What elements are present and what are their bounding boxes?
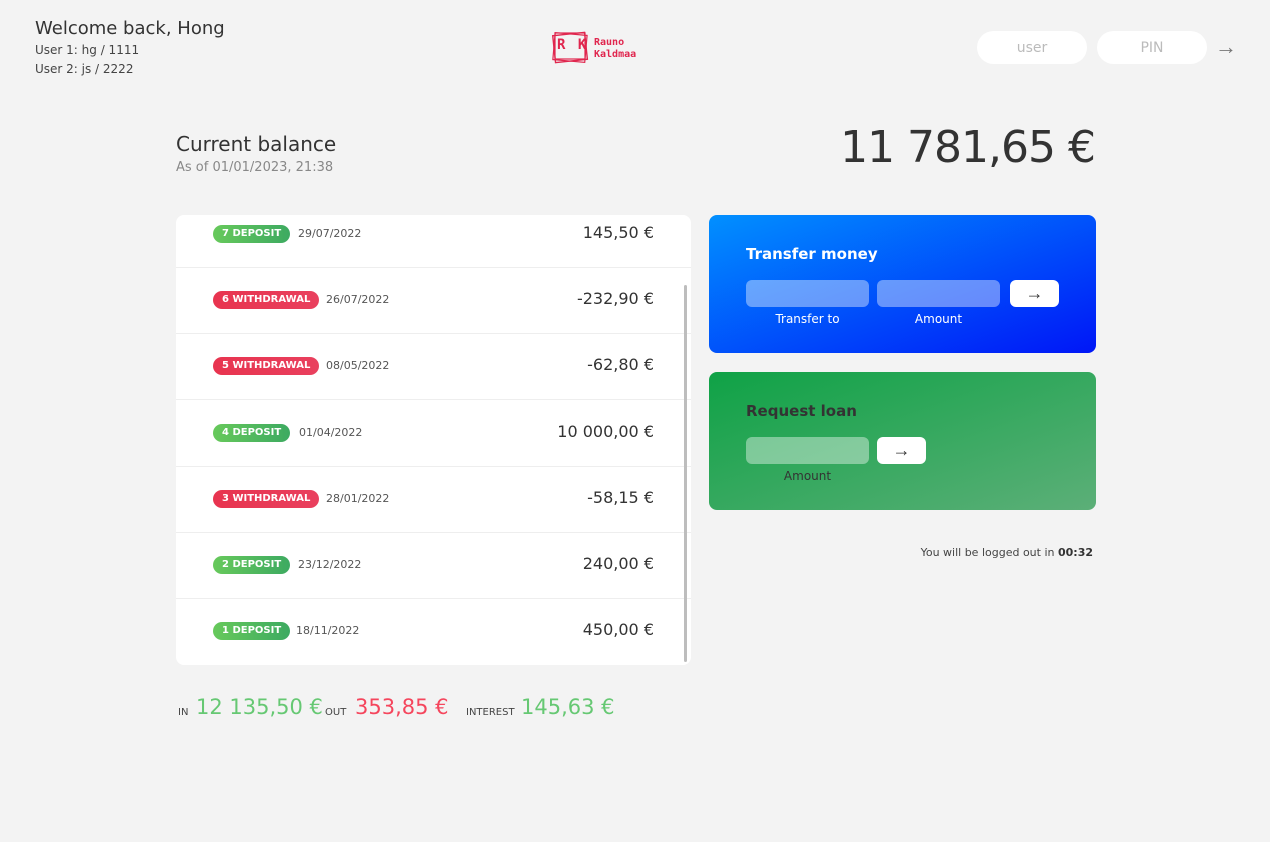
transfer-to-label: Transfer to (775, 312, 840, 326)
movement-row: 3 withdrawal 28/01/2022 -58,15 € (176, 467, 691, 533)
logo: R K Rauno Kaldmaa (549, 24, 649, 72)
welcome-message: Welcome back, Hong (35, 18, 225, 39)
login-user-input[interactable] (977, 31, 1087, 64)
movement-value: 10 000,00 € (557, 422, 654, 441)
logo-letters: R K (557, 37, 589, 53)
movement-date: 23/12/2022 (298, 558, 362, 571)
summary-out-value: 353,85 € (355, 695, 449, 719)
transfer-amount-input[interactable] (877, 280, 1000, 307)
summary-out-label: Out (325, 707, 347, 718)
movement-date: 01/04/2022 (299, 426, 363, 439)
movement-row: 4 deposit 01/04/2022 10 000,00 € (176, 401, 691, 467)
movement-date: 18/11/2022 (296, 624, 360, 637)
movement-date: 29/07/2022 (298, 227, 362, 240)
movement-value: 240,00 € (582, 554, 654, 573)
movement-type-badge: 7 deposit (213, 225, 291, 243)
movement-type-badge: 6 withdrawal (213, 291, 320, 309)
movement-type-badge: 2 deposit (213, 556, 291, 574)
balance-date: As of 01/01/2023, 21:38 (176, 160, 334, 175)
user1-hint: User 1: hg / 1111 (35, 43, 140, 57)
login-pin-input[interactable] (1097, 31, 1207, 64)
movement-value: -232,90 € (576, 289, 654, 308)
logo-name: Rauno Kaldmaa (594, 37, 637, 60)
logout-timer-value: 00:32 (1057, 546, 1093, 559)
loan-amount-label: Amount (783, 469, 832, 483)
user2-hint: User 2: js / 2222 (35, 62, 134, 76)
movements-scrollbar[interactable] (684, 285, 687, 662)
movement-date: 26/07/2022 (326, 293, 390, 306)
movement-value: -58,15 € (587, 488, 654, 507)
loan-title: Request loan (746, 402, 857, 420)
transfer-title: Transfer money (746, 245, 878, 263)
summary-in-label: In (178, 707, 189, 718)
loan-submit-button[interactable]: → (877, 437, 926, 464)
transfer-panel: Transfer money → Transfer to Amount (709, 215, 1096, 353)
transfer-amount-label: Amount (914, 312, 963, 326)
logout-timer: You will be logged out in 00:32 (921, 546, 1093, 559)
summary-interest-value: 145,63 € (521, 695, 615, 719)
movement-value: 450,00 € (582, 620, 654, 639)
summary-in-value: 12 135,50 € (196, 695, 323, 719)
summary-interest-label: Interest (466, 707, 515, 718)
movement-type-badge: 1 deposit (213, 622, 291, 640)
movement-row: 5 withdrawal 08/05/2022 -62,80 € (176, 334, 691, 400)
movement-row: 6 withdrawal 26/07/2022 -232,90 € (176, 268, 691, 334)
balance-value: 11 781,65 € (840, 122, 1096, 173)
loan-amount-input[interactable] (746, 437, 869, 464)
movements-list[interactable]: 7 deposit 29/07/2022 145,50 € 6 withdraw… (176, 215, 691, 665)
loan-panel: Request loan → Amount (709, 372, 1096, 510)
movement-type-badge: 4 deposit (213, 424, 291, 442)
login-button[interactable]: → (1213, 33, 1239, 61)
movement-value: -62,80 € (587, 355, 654, 374)
transfer-submit-button[interactable]: → (1010, 280, 1059, 307)
movement-row: 7 deposit 29/07/2022 145,50 € (176, 215, 691, 268)
movement-date: 28/01/2022 (326, 492, 390, 505)
movement-row: 2 deposit 23/12/2022 240,00 € (176, 533, 691, 599)
movement-date: 08/05/2022 (326, 359, 390, 372)
movement-type-badge: 3 withdrawal (213, 490, 320, 508)
movement-row: 1 deposit 18/11/2022 450,00 € (176, 599, 691, 665)
transfer-to-input[interactable] (746, 280, 869, 307)
balance-label: Current balance (176, 132, 337, 156)
movement-type-badge: 5 withdrawal (213, 357, 320, 375)
logout-timer-text: You will be logged out in (920, 546, 1058, 559)
movement-value: 145,50 € (582, 223, 654, 242)
